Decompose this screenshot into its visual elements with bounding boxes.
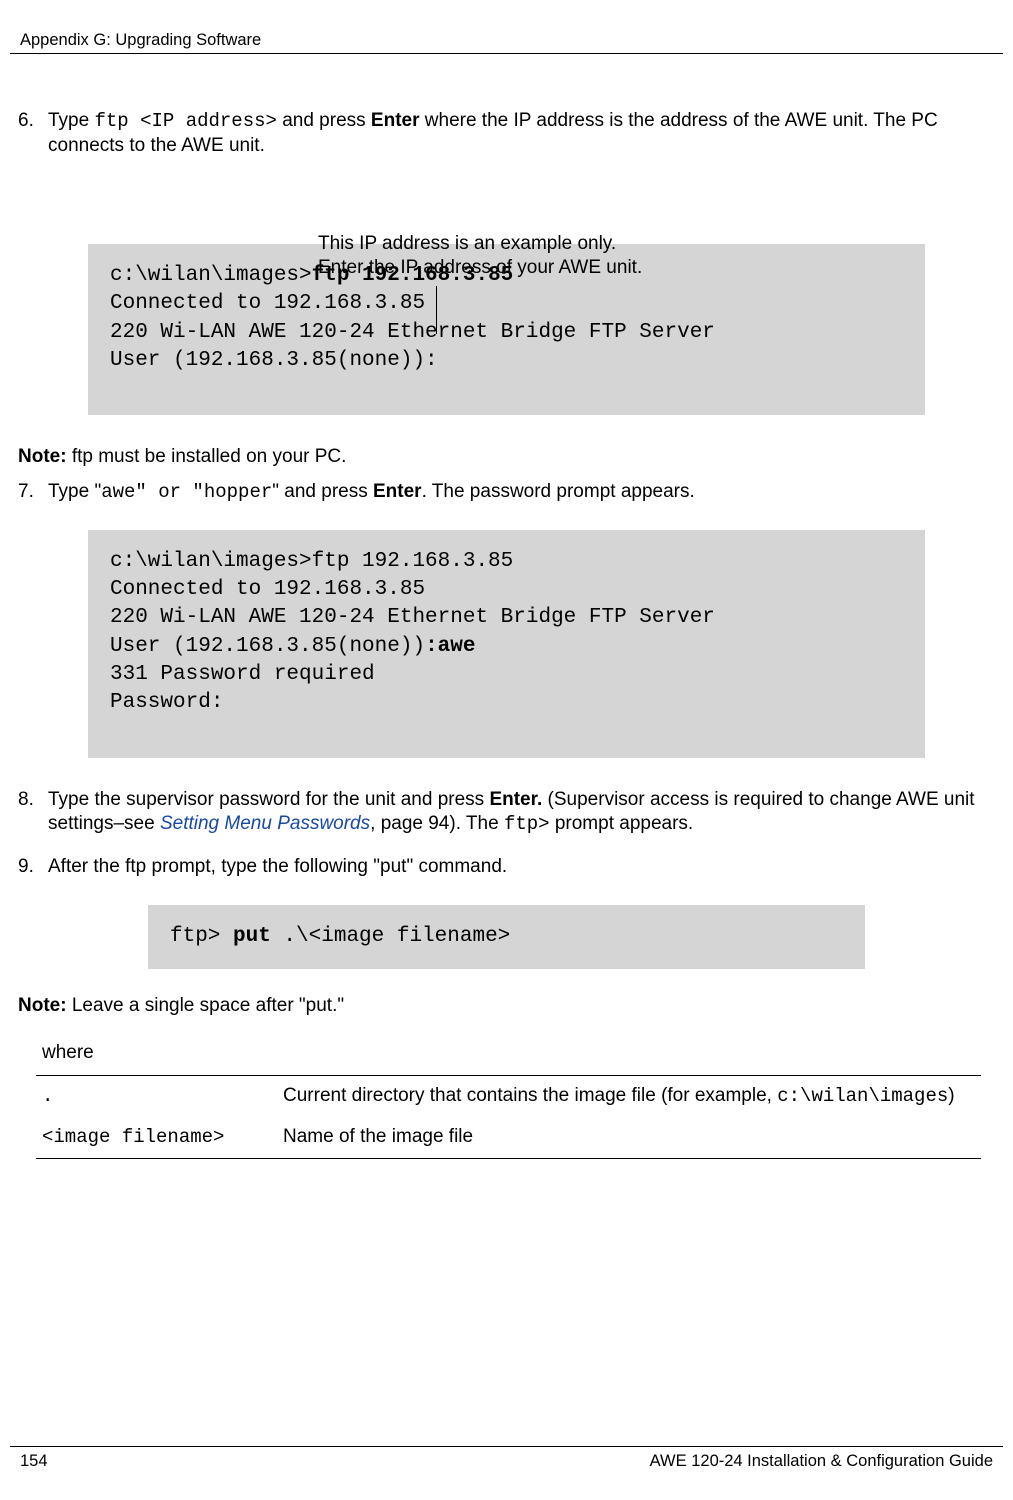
key-enter: Enter xyxy=(371,110,420,131)
step-6: 6. Type ftp <IP address> and press Enter… xyxy=(18,109,995,158)
callout-pointer xyxy=(436,286,437,334)
text: ) xyxy=(948,1085,954,1106)
definitions-table: . Current directory that contains the im… xyxy=(36,1075,981,1158)
page-header: Appendix G: Upgrading Software xyxy=(10,30,1003,54)
text: Type " xyxy=(48,481,101,502)
code-text: ftp> xyxy=(170,925,233,948)
header-left: Appendix G: Upgrading Software xyxy=(20,30,261,51)
text: " and press xyxy=(272,481,373,502)
step-body: Type the supervisor password for the uni… xyxy=(48,788,995,837)
text: . The password prompt appears. xyxy=(422,481,695,502)
code-text: User (192.168.3.85(none)) xyxy=(110,635,425,658)
table-row: . Current directory that contains the im… xyxy=(36,1076,981,1117)
step-number: 7. xyxy=(18,480,48,505)
step-number: 9. xyxy=(18,855,48,880)
key-enter: Enter xyxy=(373,481,422,502)
step-number: 6. xyxy=(18,109,48,158)
page-content: 6. Type ftp <IP address> and press Enter… xyxy=(0,109,1013,1158)
inline-code: ftp <IP address> xyxy=(94,110,276,132)
text: and press xyxy=(277,110,371,131)
inline-code: c:\wilan\images xyxy=(777,1085,948,1107)
code-line: 331 Password required xyxy=(110,663,375,686)
code-line: Connected to 192.168.3.85 xyxy=(110,578,425,601)
step-7: 7. Type "awe" or "hopper" and press Ente… xyxy=(18,480,995,505)
note-1: Note: ftp must be installed on your PC. xyxy=(18,445,995,470)
code-bold: :awe xyxy=(425,635,475,658)
def-value: Name of the image file xyxy=(277,1117,981,1158)
text: Type xyxy=(48,110,94,131)
callout-wrap: This IP address is an example only. Ente… xyxy=(18,244,995,415)
text: Current directory that contains the imag… xyxy=(283,1085,777,1106)
cross-ref-link[interactable]: Setting Menu Passwords xyxy=(160,813,370,834)
code-line: 220 Wi-LAN AWE 120-24 Ethernet Bridge FT… xyxy=(110,606,715,629)
key-enter: Enter. xyxy=(489,789,542,810)
code-bold: put xyxy=(233,925,271,948)
footer-title: AWE 120-24 Installation & Configuration … xyxy=(650,1451,993,1472)
inline-code: awe" or "hopper xyxy=(101,481,272,503)
table-row: <image filename> Name of the image file xyxy=(36,1117,981,1158)
code-block-2: c:\wilan\images>ftp 192.168.3.85 Connect… xyxy=(88,530,925,758)
step-body: Type ftp <IP address> and press Enter wh… xyxy=(48,109,995,158)
page-number: 154 xyxy=(20,1451,48,1472)
note-label: Note: xyxy=(18,446,72,467)
code-line: Connected to 192.168.3.85 xyxy=(110,292,425,315)
def-value: Current directory that contains the imag… xyxy=(277,1076,981,1117)
step-body: Type "awe" or "hopper" and press Enter. … xyxy=(48,480,995,505)
text: Type the supervisor password for the uni… xyxy=(48,789,489,810)
code-line: c:\wilan\images>ftp 192.168.3.85 xyxy=(110,550,513,573)
callout-line-1: This IP address is an example only. xyxy=(318,233,616,254)
step-number: 8. xyxy=(18,788,48,837)
step-9: 9. After the ftp prompt, type the follow… xyxy=(18,855,995,880)
code-text: c:\wilan\images> xyxy=(110,264,312,287)
code-line: 220 Wi-LAN AWE 120-24 Ethernet Bridge FT… xyxy=(110,321,715,344)
step-body: After the ftp prompt, type the following… xyxy=(48,855,995,880)
code-block-3: ftp> put .\<image filename> xyxy=(148,905,865,969)
callout-line-2: Enter the IP address of your AWE unit. xyxy=(318,257,642,278)
code-line: ftp> put .\<image filename> xyxy=(170,925,510,948)
inline-code: ftp> xyxy=(504,813,550,835)
where-label: where xyxy=(42,1041,995,1066)
code-line: User (192.168.3.85(none)): xyxy=(110,349,438,372)
code-line: Password: xyxy=(110,691,223,714)
note-label: Note: xyxy=(18,995,72,1016)
text: , page 94). The xyxy=(370,813,504,834)
text: prompt appears. xyxy=(550,813,694,834)
def-key: <image filename> xyxy=(36,1117,277,1158)
code-line: User (192.168.3.85(none)):awe xyxy=(110,635,475,658)
step-8: 8. Type the supervisor password for the … xyxy=(18,788,995,837)
callout-text: This IP address is an example only. Ente… xyxy=(318,232,642,280)
code-text: .\<image filename> xyxy=(271,925,510,948)
page-footer: 154 AWE 120-24 Installation & Configurat… xyxy=(10,1446,1003,1472)
note-2: Note: Leave a single space after "put." xyxy=(18,994,995,1019)
note-text: ftp must be installed on your PC. xyxy=(72,446,347,467)
def-key: . xyxy=(36,1076,277,1117)
note-text: Leave a single space after "put." xyxy=(72,995,344,1016)
